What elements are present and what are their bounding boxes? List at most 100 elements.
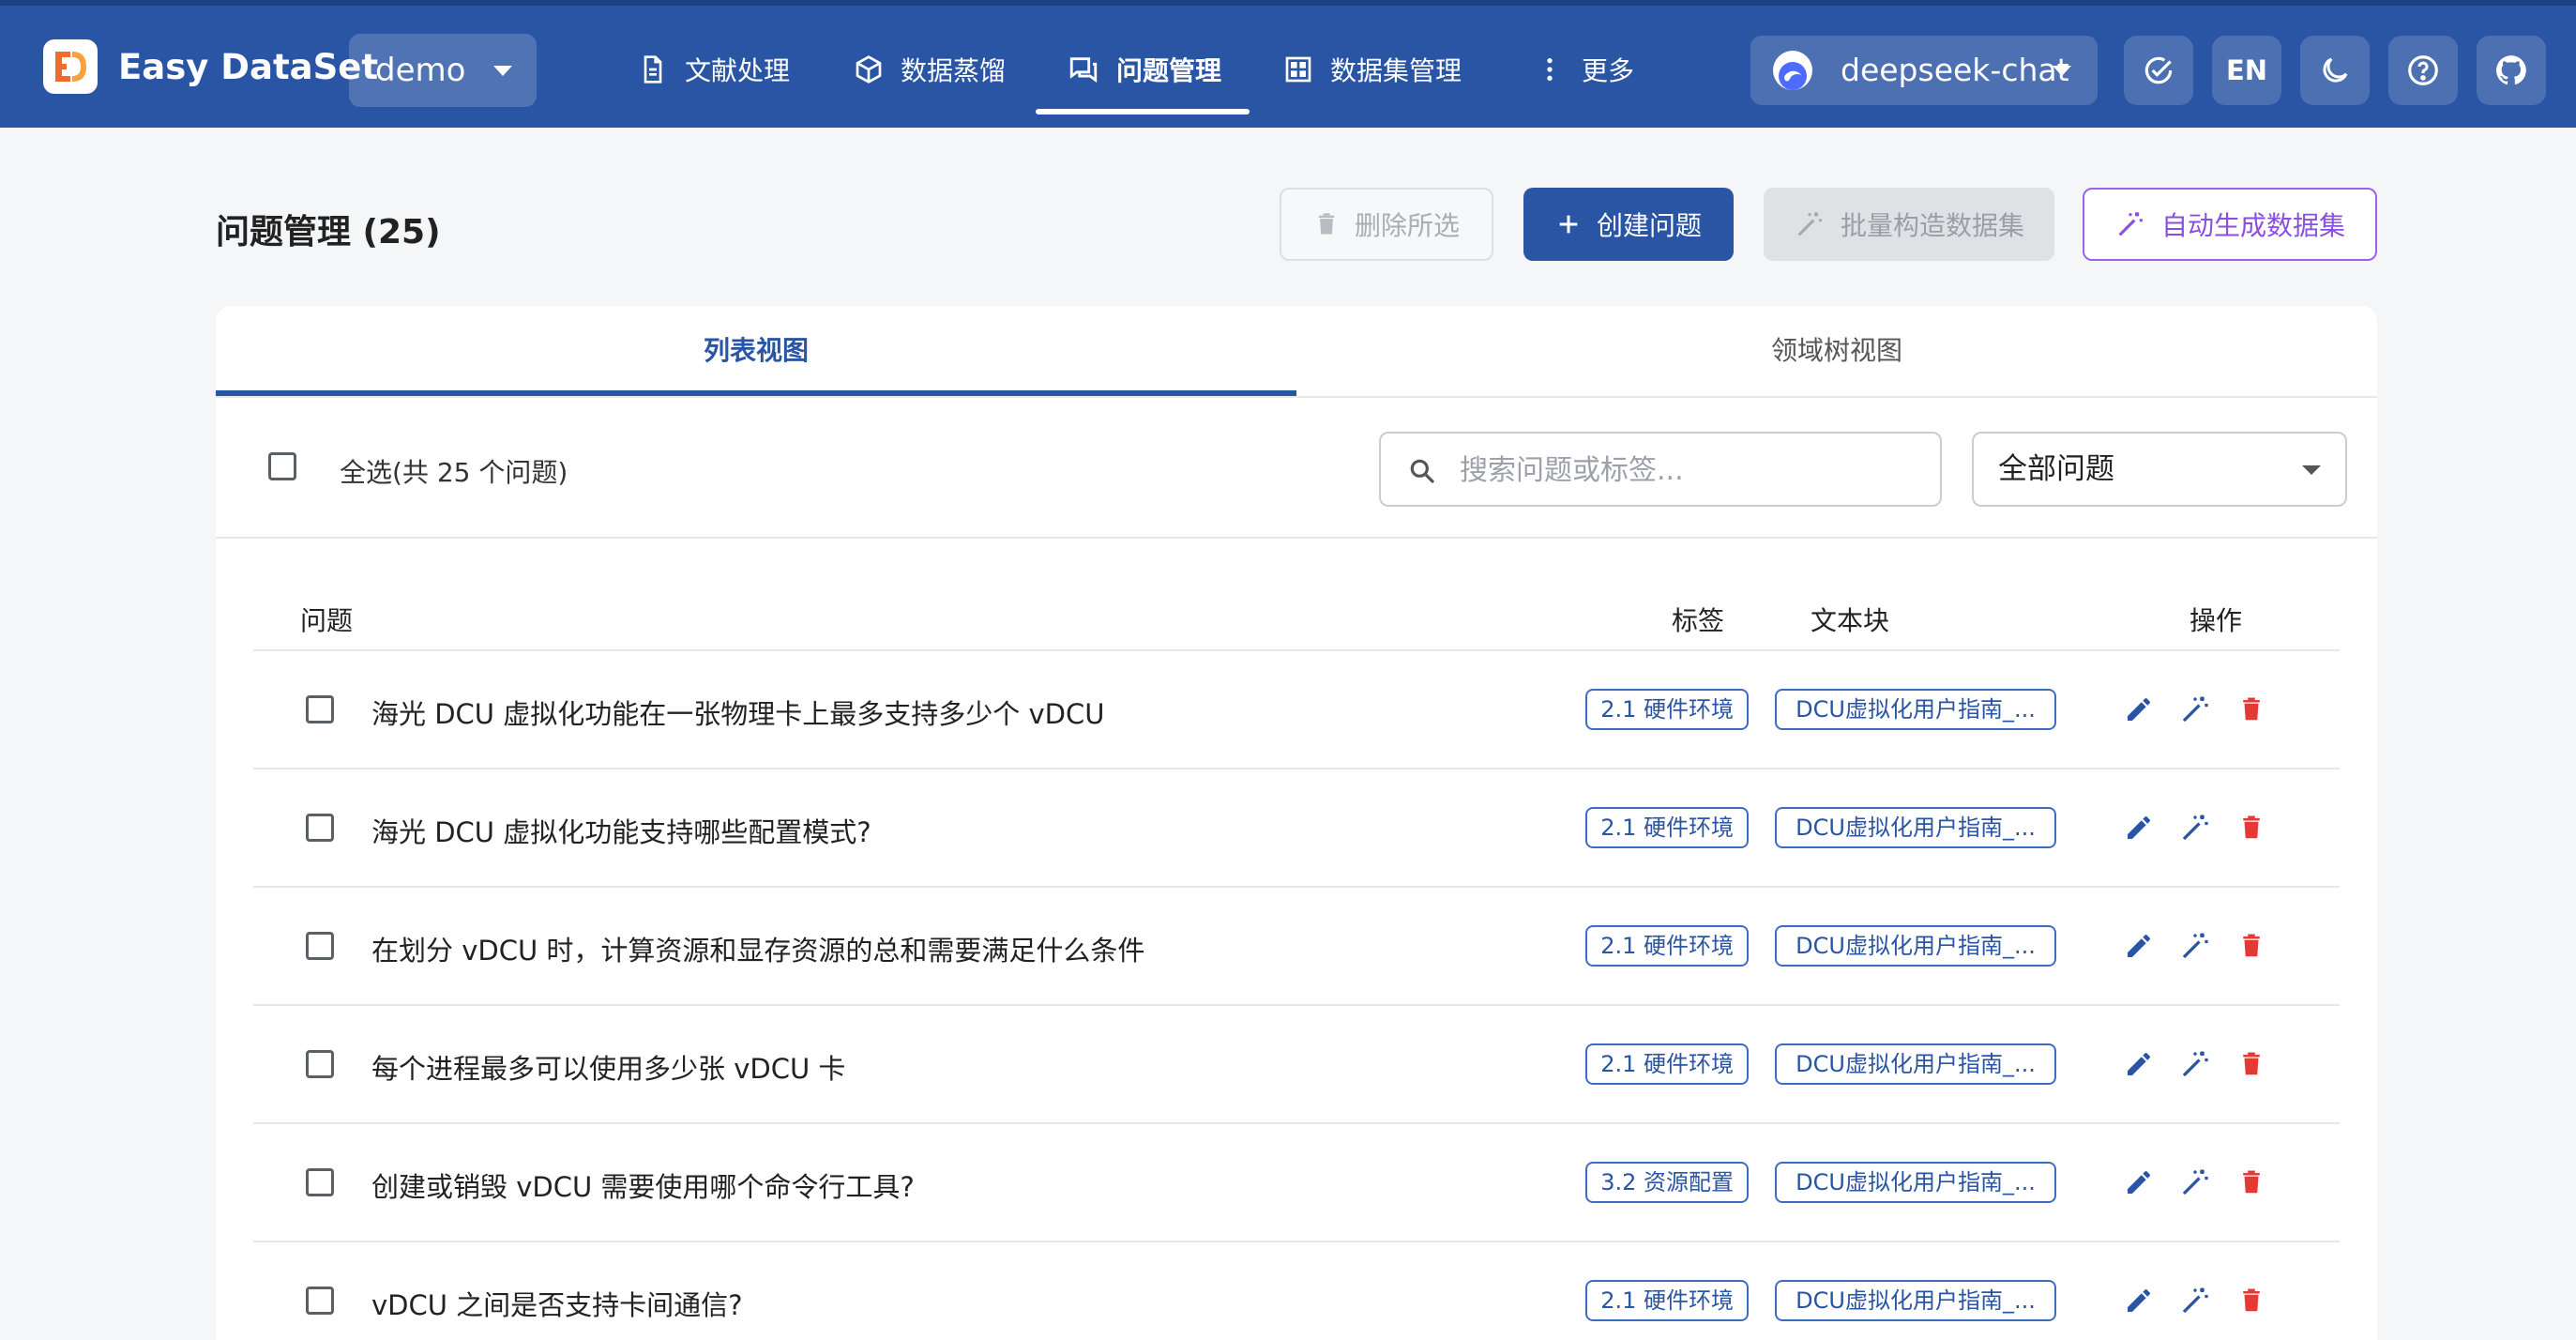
model-select[interactable]: deepseek-chat bbox=[1750, 36, 2098, 105]
tag-chip[interactable]: 3.2 资源配置 bbox=[1585, 1162, 1749, 1203]
edit-button[interactable] bbox=[2120, 1045, 2158, 1083]
tab-domain-tree-view[interactable]: 领域树视图 bbox=[1296, 306, 2377, 396]
generate-dataset-button[interactable] bbox=[2176, 809, 2214, 846]
row-checkbox[interactable] bbox=[306, 1050, 334, 1078]
chevron-down-icon bbox=[2053, 66, 2071, 76]
select-all-label: 全选(共 25 个问题) bbox=[340, 457, 568, 488]
nav-active-indicator bbox=[1036, 109, 1250, 114]
auto-generate-dataset-label: 自动生成数据集 bbox=[2160, 210, 2345, 241]
app-logo-icon[interactable] bbox=[43, 39, 98, 94]
delete-button[interactable] bbox=[2233, 809, 2270, 846]
generate-dataset-button[interactable] bbox=[2176, 927, 2214, 965]
delete-button[interactable] bbox=[2233, 691, 2270, 728]
theme-toggle-button[interactable] bbox=[2300, 36, 2370, 105]
row-checkbox[interactable] bbox=[306, 1287, 334, 1315]
nav-item-label: 数据蒸馏 bbox=[901, 55, 1007, 86]
edit-button[interactable] bbox=[2120, 927, 2158, 965]
deepseek-logo-icon bbox=[1773, 51, 1812, 90]
help-icon bbox=[2408, 55, 2438, 85]
nav-item-questions[interactable]: 问题管理 bbox=[1068, 39, 1221, 99]
questions-table: 问题 标签 文本块 操作 海光 DCU 虚拟化功能在一张物理卡上最多支持多少个 … bbox=[253, 580, 2340, 1340]
table-row: 每个进程最多可以使用多少张 vDCU 卡 2.1 硬件环境 DCU虚拟化用户指南… bbox=[253, 1006, 2340, 1124]
generate-dataset-button[interactable] bbox=[2176, 1045, 2214, 1083]
question-text[interactable]: 海光 DCU 虚拟化功能在一张物理卡上最多支持多少个 vDCU bbox=[371, 693, 1104, 732]
auto-generate-dataset-button[interactable]: 自动生成数据集 bbox=[2083, 188, 2377, 261]
table-row: vDCU 之间是否支持卡间通信? 2.1 硬件环境 DCU虚拟化用户指南_... bbox=[253, 1242, 2340, 1340]
nav-item-distill[interactable]: 数据蒸馏 bbox=[854, 39, 1006, 99]
magic-wand-icon bbox=[2182, 1051, 2208, 1077]
chevron-down-icon bbox=[2302, 465, 2321, 475]
tag-chip[interactable]: 2.1 硬件环境 bbox=[1585, 807, 1749, 848]
delete-button[interactable] bbox=[2233, 1282, 2270, 1319]
question-text[interactable]: 创建或销毁 vDCU 需要使用哪个命令行工具? bbox=[371, 1165, 915, 1205]
language-button[interactable]: EN bbox=[2212, 36, 2281, 105]
project-select[interactable]: demo bbox=[349, 34, 537, 107]
question-text[interactable]: 海光 DCU 虚拟化功能支持哪些配置模式? bbox=[371, 811, 871, 850]
edit-button[interactable] bbox=[2120, 1164, 2158, 1201]
delete-button[interactable] bbox=[2233, 927, 2270, 965]
row-checkbox[interactable] bbox=[306, 1168, 334, 1196]
more-vertical-icon bbox=[1547, 58, 1553, 81]
column-header-chunk: 文本块 bbox=[1811, 605, 1890, 636]
question-text[interactable]: 每个进程最多可以使用多少张 vDCU 卡 bbox=[371, 1047, 845, 1087]
moon-icon bbox=[2323, 57, 2348, 83]
delete-selected-button[interactable]: 删除所选 bbox=[1280, 188, 1493, 261]
row-checkbox[interactable] bbox=[306, 932, 334, 960]
chunk-chip[interactable]: DCU虚拟化用户指南_... bbox=[1775, 807, 2056, 848]
nav-item-documents[interactable]: 文献处理 bbox=[638, 39, 790, 99]
pencil-icon bbox=[2128, 698, 2150, 721]
help-button[interactable] bbox=[2388, 36, 2458, 105]
column-header-question: 问题 bbox=[300, 605, 354, 636]
grid-icon bbox=[1285, 56, 1311, 83]
chunk-chip[interactable]: DCU虚拟化用户指南_... bbox=[1775, 1162, 2056, 1203]
generate-dataset-button[interactable] bbox=[2176, 691, 2214, 728]
question-filter-select[interactable]: 全部问题 bbox=[1972, 432, 2347, 507]
chunk-chip[interactable]: DCU虚拟化用户指南_... bbox=[1775, 1280, 2056, 1321]
nav-item-more[interactable]: 更多 bbox=[1535, 39, 1634, 99]
magic-wand-icon bbox=[2182, 815, 2208, 841]
edit-button[interactable] bbox=[2120, 691, 2158, 728]
column-header-tag: 标签 bbox=[1672, 605, 1725, 636]
generate-dataset-button[interactable] bbox=[2176, 1164, 2214, 1201]
column-header-actions: 操作 bbox=[2190, 605, 2243, 636]
question-text[interactable]: vDCU 之间是否支持卡间通信? bbox=[371, 1284, 743, 1323]
delete-button[interactable] bbox=[2233, 1164, 2270, 1201]
edit-button[interactable] bbox=[2120, 1282, 2158, 1319]
table-header: 问题 标签 文本块 操作 bbox=[253, 580, 2340, 651]
chunk-chip[interactable]: DCU虚拟化用户指南_... bbox=[1775, 1043, 2056, 1085]
pencil-icon bbox=[2128, 816, 2150, 839]
search-input[interactable] bbox=[1458, 434, 1931, 507]
model-select-value: deepseek-chat bbox=[1841, 52, 2069, 88]
magic-wand-icon bbox=[2118, 212, 2143, 236]
cube-icon bbox=[856, 55, 882, 84]
delete-button[interactable] bbox=[2233, 1045, 2270, 1083]
nav-item-datasets[interactable]: 数据集管理 bbox=[1283, 39, 1462, 99]
nav-item-label: 文献处理 bbox=[685, 55, 791, 86]
generate-dataset-button[interactable] bbox=[2176, 1282, 2214, 1319]
edit-button[interactable] bbox=[2120, 809, 2158, 846]
magic-wand-icon bbox=[2182, 1169, 2208, 1195]
tasks-button[interactable] bbox=[2124, 36, 2193, 105]
chunk-chip[interactable]: DCU虚拟化用户指南_... bbox=[1775, 689, 2056, 730]
github-button[interactable] bbox=[2477, 36, 2546, 105]
row-checkbox[interactable] bbox=[306, 814, 334, 842]
tag-chip[interactable]: 2.1 硬件环境 bbox=[1585, 1280, 1749, 1321]
table-row: 在划分 vDCU 时，计算资源和显存资源的总和需要满足什么条件 2.1 硬件环境… bbox=[253, 888, 2340, 1006]
pencil-icon bbox=[2128, 1289, 2150, 1312]
magic-wand-icon bbox=[2182, 933, 2208, 959]
tab-list-view[interactable]: 列表视图 bbox=[216, 306, 1296, 396]
tag-chip[interactable]: 2.1 硬件环境 bbox=[1585, 689, 1749, 730]
pencil-icon bbox=[2128, 935, 2150, 957]
table-row: 海光 DCU 虚拟化功能支持哪些配置模式? 2.1 硬件环境 DCU虚拟化用户指… bbox=[253, 769, 2340, 888]
batch-build-dataset-button[interactable]: 批量构造数据集 bbox=[1764, 188, 2054, 261]
question-text[interactable]: 在划分 vDCU 时，计算资源和显存资源的总和需要满足什么条件 bbox=[371, 929, 1144, 968]
search-field[interactable] bbox=[1379, 432, 1942, 507]
magic-wand-icon bbox=[1797, 212, 1822, 236]
pencil-icon bbox=[2128, 1171, 2150, 1194]
tag-chip[interactable]: 2.1 硬件环境 bbox=[1585, 1043, 1749, 1085]
chunk-chip[interactable]: DCU虚拟化用户指南_... bbox=[1775, 925, 2056, 967]
row-checkbox[interactable] bbox=[306, 695, 334, 723]
tag-chip[interactable]: 2.1 硬件环境 bbox=[1585, 925, 1749, 967]
create-question-button[interactable]: 创建问题 bbox=[1523, 188, 1734, 261]
select-all-checkbox[interactable] bbox=[268, 452, 296, 480]
